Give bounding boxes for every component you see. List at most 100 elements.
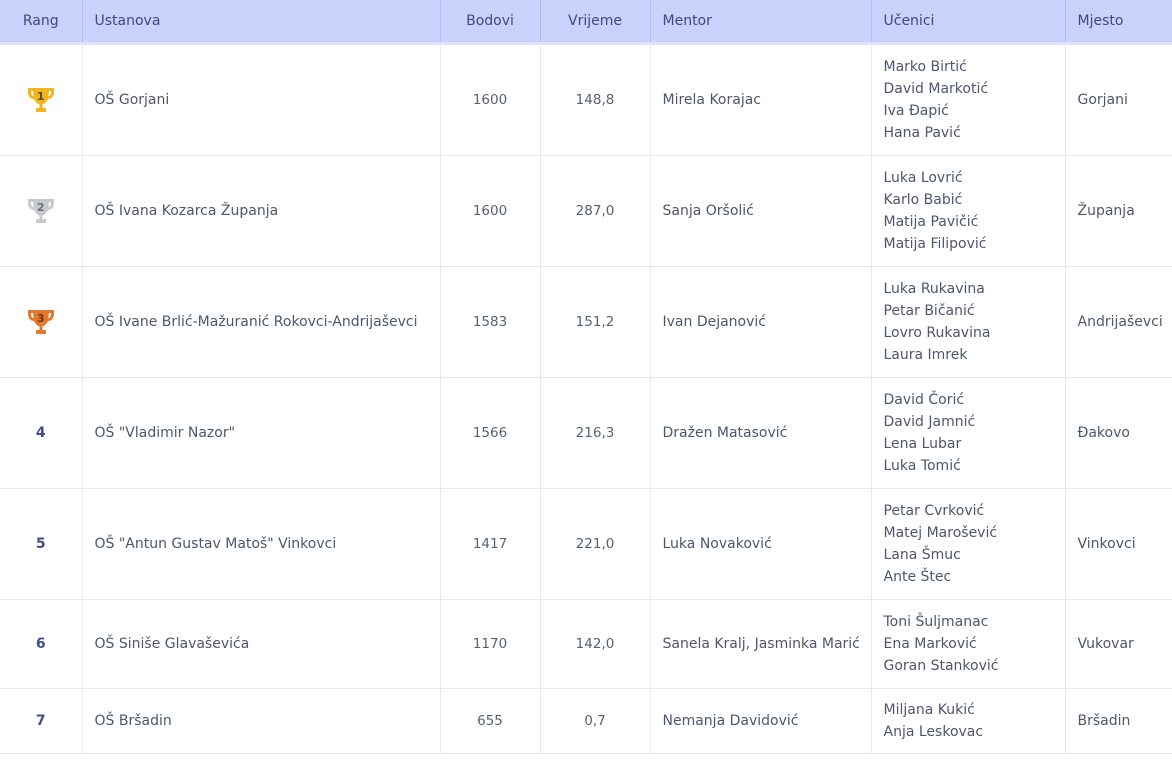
header-mjesto[interactable]: Mjesto xyxy=(1065,0,1172,45)
student-name: Luka Lovrić xyxy=(883,170,963,186)
student-name: Ante Štec xyxy=(883,569,952,585)
ustanova-cell: OŠ Ivana Kozarca Županja xyxy=(82,155,441,267)
student-name: Petar Bičanić xyxy=(883,303,975,319)
student-name: Karlo Babić xyxy=(883,192,963,208)
ucenici-cell: Miljana Kukić Anja Leskovac xyxy=(871,688,1066,754)
vrijeme-cell: 216,3 xyxy=(540,377,651,489)
mentor-cell: Sanja Oršolić xyxy=(650,155,872,267)
rank-cell: 5 xyxy=(0,488,83,600)
silver-trophy-icon: 2 xyxy=(24,196,58,226)
mjesto-cell: Županja xyxy=(1065,155,1172,267)
rank-cell: 6 xyxy=(0,599,83,689)
table-row: 5 OŠ "Antun Gustav Matoš" Vinkovci 1417 … xyxy=(0,488,1172,600)
student-name: Iva Đapić xyxy=(883,103,949,119)
student-name: Hana Pavić xyxy=(883,125,961,141)
ustanova-cell: OŠ Siniše Glavaševića xyxy=(82,599,441,689)
rank-number: 2 xyxy=(36,201,45,214)
rank-cell: 2 xyxy=(0,155,83,267)
ucenici-cell: David Čorić David Jamnić Lena Lubar Luka… xyxy=(871,377,1066,489)
ustanova-cell: OŠ Bršadin xyxy=(82,688,441,754)
student-name: Marko Birtić xyxy=(883,59,967,75)
mentor-cell: Mirela Korajac xyxy=(650,43,872,156)
student-name: Luka Tomić xyxy=(883,458,961,474)
header-vrijeme[interactable]: Vrijeme xyxy=(540,0,651,45)
student-name: David Čorić xyxy=(883,392,965,408)
table-header: Rang Ustanova Bodovi Vrijeme Mentor Učen… xyxy=(0,0,1172,45)
bodovi-cell: 1600 xyxy=(440,43,541,156)
bodovi-cell: 655 xyxy=(440,688,541,754)
bronze-trophy-icon: 3 xyxy=(24,307,58,337)
mjesto-cell: Gorjani xyxy=(1065,43,1172,156)
rank-cell: 7 xyxy=(0,688,83,754)
mentor-cell: Dražen Matasović xyxy=(650,377,872,489)
student-name: Luka Rukavina xyxy=(883,281,985,297)
rank-cell: 1 xyxy=(0,43,83,156)
student-name: Petar Cvrković xyxy=(883,503,985,519)
rank-number: 6 xyxy=(35,636,46,652)
ustanova-cell: OŠ Gorjani xyxy=(82,43,441,156)
bodovi-cell: 1417 xyxy=(440,488,541,600)
bodovi-cell: 1170 xyxy=(440,599,541,689)
table-body: 1 OŠ Gorjani 1600 148,8 Mirela Korajac M… xyxy=(0,43,1172,754)
ustanova-cell: OŠ "Antun Gustav Matoš" Vinkovci xyxy=(82,488,441,600)
table-row: 1 OŠ Gorjani 1600 148,8 Mirela Korajac M… xyxy=(0,43,1172,156)
mjesto-cell: Bršadin xyxy=(1065,688,1172,754)
student-name: David Markotić xyxy=(883,81,989,97)
rank-number: 3 xyxy=(36,312,45,325)
header-rang[interactable]: Rang xyxy=(0,0,83,45)
mjesto-cell: Andrijaševci xyxy=(1065,266,1172,378)
table-row: 6 OŠ Siniše Glavaševića 1170 142,0 Sanel… xyxy=(0,599,1172,689)
student-name: Miljana Kukić xyxy=(883,702,975,718)
mentor-cell: Ivan Dejanović xyxy=(650,266,872,378)
results-table: Rang Ustanova Bodovi Vrijeme Mentor Učen… xyxy=(0,0,1172,754)
vrijeme-cell: 148,8 xyxy=(540,43,651,156)
rank-number: 7 xyxy=(35,713,46,729)
mentor-cell: Nemanja Davidović xyxy=(650,688,872,754)
vrijeme-cell: 0,7 xyxy=(540,688,651,754)
mentor-cell: Luka Novaković xyxy=(650,488,872,600)
rank-number: 1 xyxy=(36,90,45,103)
ucenici-cell: Marko Birtić David Markotić Iva Đapić Ha… xyxy=(871,43,1066,156)
rank-cell: 4 xyxy=(0,377,83,489)
header-mentor[interactable]: Mentor xyxy=(650,0,872,45)
student-name: Matija Filipović xyxy=(883,236,987,252)
student-name: Ena Marković xyxy=(883,636,977,652)
table-row: 7 OŠ Bršadin 655 0,7 Nemanja Davidović M… xyxy=(0,688,1172,754)
table-row: 2 OŠ Ivana Kozarca Županja 1600 287,0 Sa… xyxy=(0,155,1172,267)
student-name: Toni Šuljmanac xyxy=(883,614,989,630)
student-name: Matija Pavičić xyxy=(883,214,979,230)
header-bodovi[interactable]: Bodovi xyxy=(440,0,541,45)
rank-number: 5 xyxy=(35,536,46,552)
student-name: Lena Lubar xyxy=(883,436,962,452)
ucenici-cell: Luka Rukavina Petar Bičanić Lovro Rukavi… xyxy=(871,266,1066,378)
vrijeme-cell: 221,0 xyxy=(540,488,651,600)
student-name: Lana Šmuc xyxy=(883,547,961,563)
student-name: Lovro Rukavina xyxy=(883,325,991,341)
mjesto-cell: Vinkovci xyxy=(1065,488,1172,600)
rank-number: 4 xyxy=(35,425,46,441)
ucenici-cell: Toni Šuljmanac Ena Marković Goran Stanko… xyxy=(871,599,1066,689)
ucenici-cell: Petar Cvrković Matej Marošević Lana Šmuc… xyxy=(871,488,1066,600)
gold-trophy-icon: 1 xyxy=(24,85,58,115)
student-name: David Jamnić xyxy=(883,414,976,430)
bodovi-cell: 1583 xyxy=(440,266,541,378)
student-name: Anja Leskovac xyxy=(883,724,984,740)
ustanova-cell: OŠ Ivane Brlić-Mažuranić Rokovci-Andrija… xyxy=(82,266,441,378)
student-name: Laura Imrek xyxy=(883,347,968,363)
table-row: 3 OŠ Ivane Brlić-Mažuranić Rokovci-Andri… xyxy=(0,266,1172,378)
rank-cell: 3 xyxy=(0,266,83,378)
mjesto-cell: Vukovar xyxy=(1065,599,1172,689)
header-ustanova[interactable]: Ustanova xyxy=(82,0,441,45)
vrijeme-cell: 287,0 xyxy=(540,155,651,267)
header-ucenici[interactable]: Učenici xyxy=(871,0,1066,45)
vrijeme-cell: 142,0 xyxy=(540,599,651,689)
student-name: Goran Stanković xyxy=(883,658,999,674)
table-row: 4 OŠ "Vladimir Nazor" 1566 216,3 Dražen … xyxy=(0,377,1172,489)
mentor-cell: Sanela Kralj, Jasminka Marić xyxy=(650,599,872,689)
vrijeme-cell: 151,2 xyxy=(540,266,651,378)
ustanova-cell: OŠ "Vladimir Nazor" xyxy=(82,377,441,489)
bodovi-cell: 1600 xyxy=(440,155,541,267)
bodovi-cell: 1566 xyxy=(440,377,541,489)
student-name: Matej Marošević xyxy=(883,525,998,541)
ucenici-cell: Luka Lovrić Karlo Babić Matija Pavičić M… xyxy=(871,155,1066,267)
